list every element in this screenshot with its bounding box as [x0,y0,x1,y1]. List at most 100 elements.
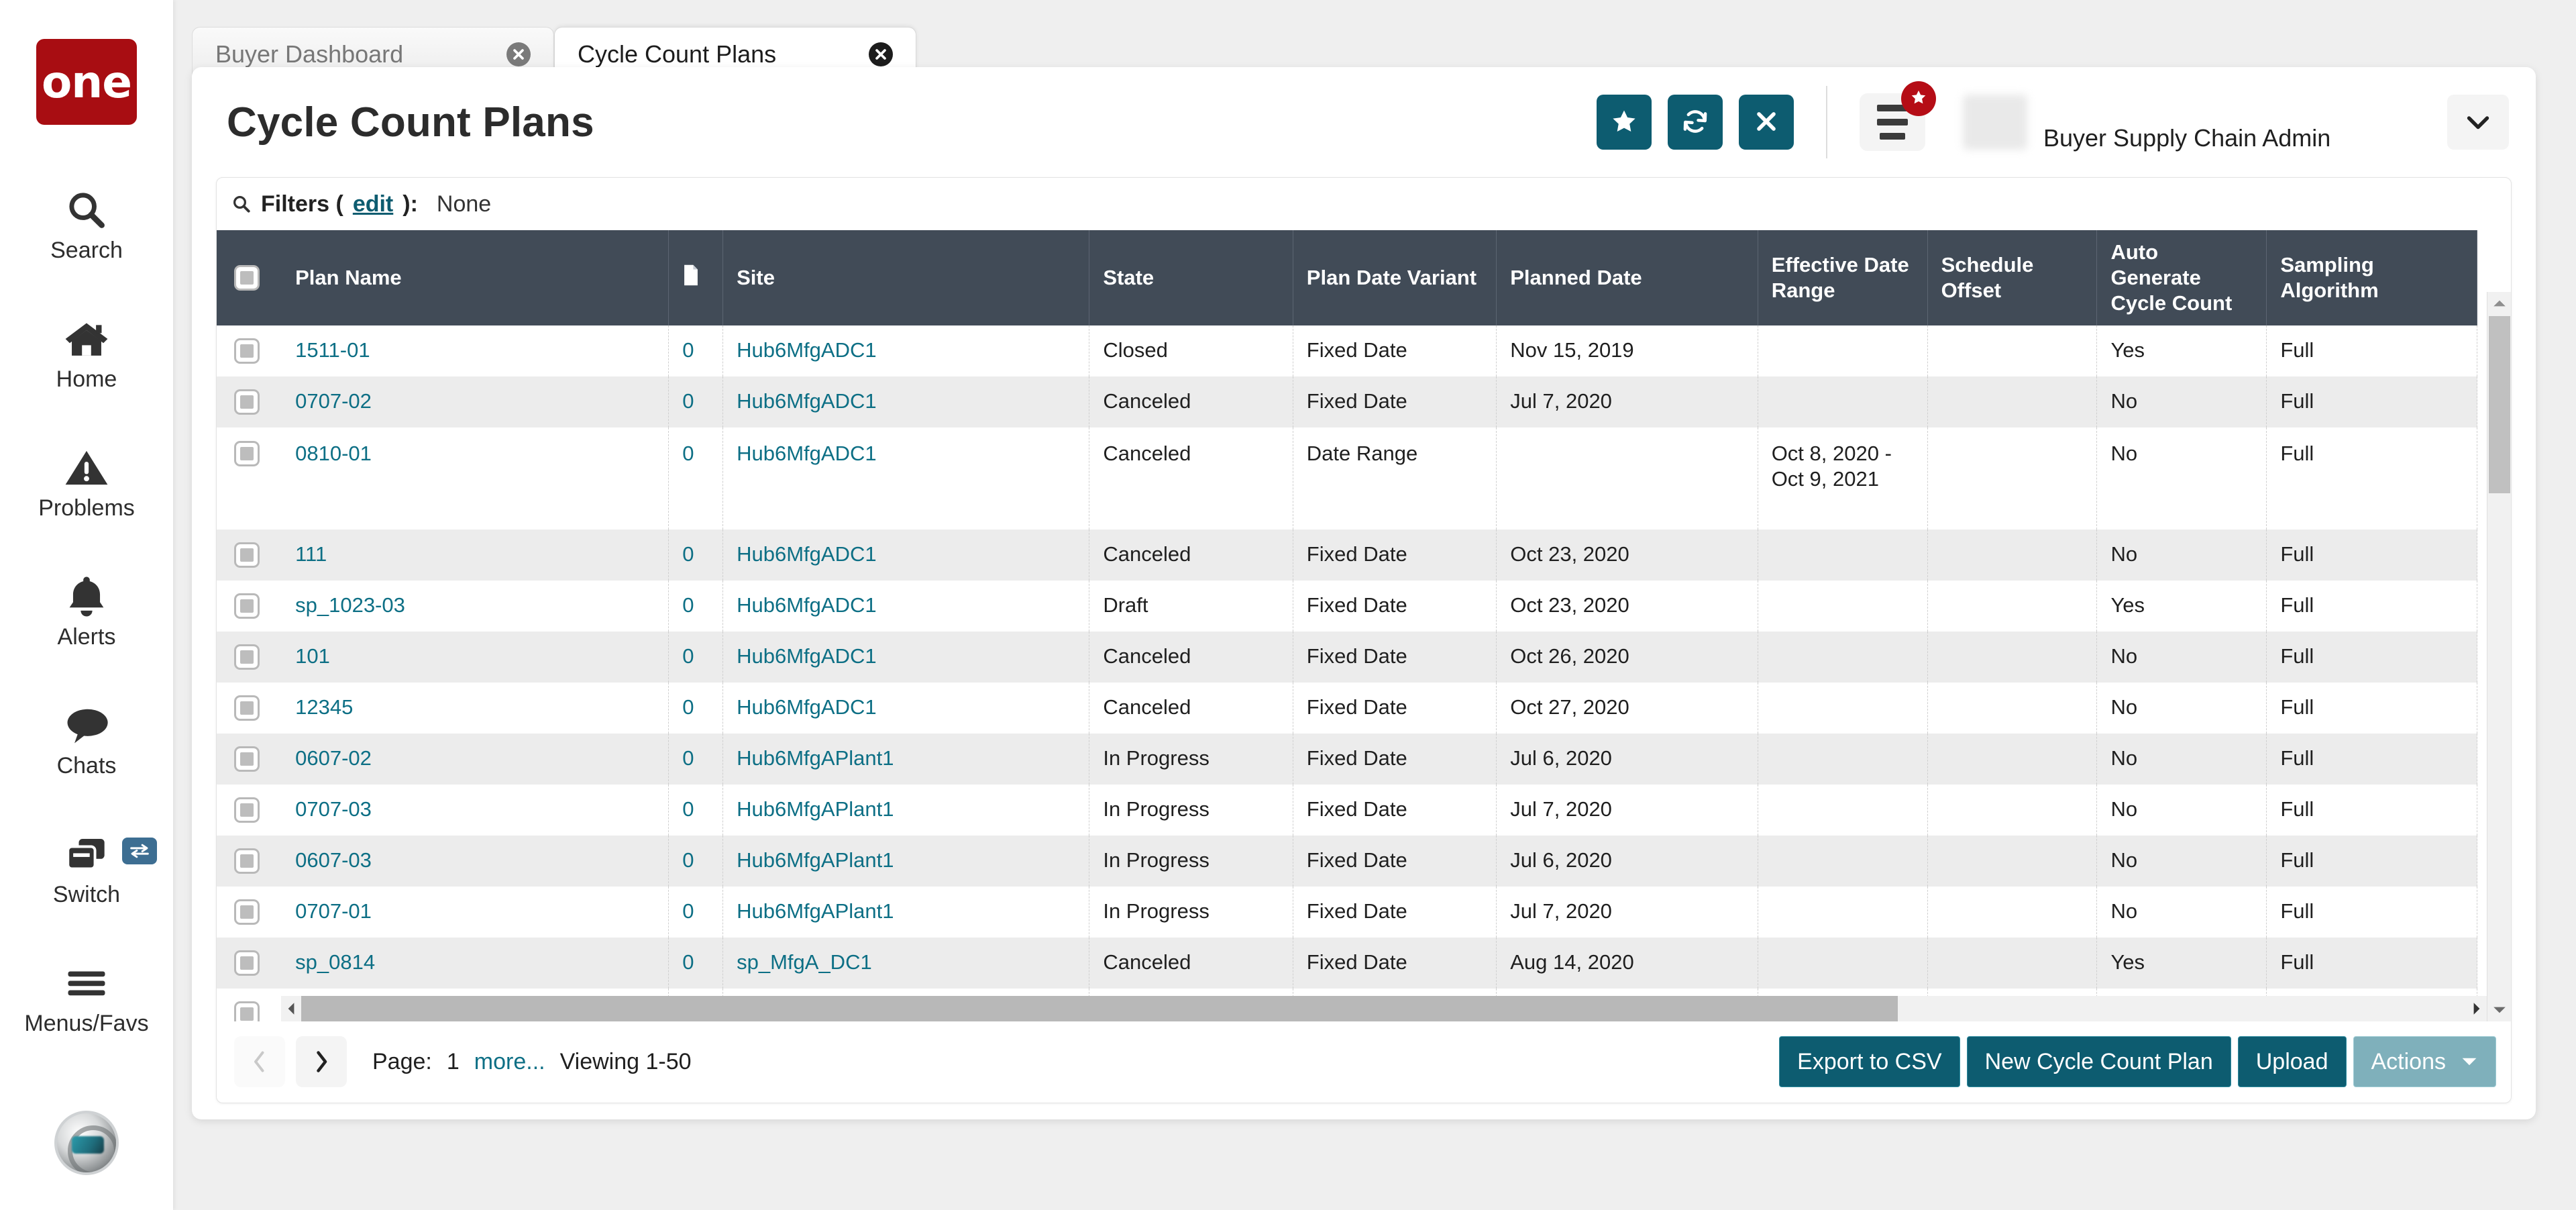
close-icon[interactable] [506,42,531,66]
vertical-scroll-thumb[interactable] [2489,316,2510,493]
new-cycle-count-plan-button[interactable]: New Cycle Count Plan [1967,1036,2231,1087]
cell-site[interactable]: Hub6MfgAPlant1 [723,887,1089,938]
doc-count-link[interactable]: 0 [682,797,694,821]
row-checkbox[interactable] [234,950,260,976]
plan-name-link[interactable]: sp_1023-03 [295,593,405,617]
plan-name-link[interactable]: 0707-03 [295,797,372,821]
site-link[interactable]: Hub6MfgADC1 [737,442,876,465]
site-link[interactable]: Hub6MfgADC1 [737,389,876,413]
doc-count-link[interactable]: 0 [682,950,694,974]
col-plan-name[interactable]: Plan Name [282,230,669,325]
upload-button[interactable]: Upload [2238,1036,2347,1087]
col-document-icon[interactable] [669,230,723,325]
cell-document-count[interactable]: 0 [669,683,723,734]
cell-document-count[interactable]: 0 [669,734,723,785]
table-row[interactable]: 123450Hub6MfgADC1CanceledFixed DateOct 2… [217,683,2477,734]
cell-document-count[interactable]: 0 [669,887,723,938]
site-link[interactable]: sp_MfgA_DC1 [737,950,872,974]
row-checkbox[interactable] [234,542,260,568]
table-row[interactable]: 0707-030Hub6MfgAPlant1In ProgressFixed D… [217,785,2477,836]
table-row[interactable]: 1010Hub6MfgADC1CanceledFixed DateOct 26,… [217,632,2477,683]
col-state[interactable]: State [1089,230,1293,325]
cell-site[interactable]: Hub6MfgAPlant1 [723,734,1089,785]
doc-count-link[interactable]: 0 [682,644,694,668]
row-checkbox[interactable] [234,695,260,721]
doc-count-link[interactable]: 0 [682,899,694,923]
table-row[interactable]: sp_1023-030Hub6MfgADC1DraftFixed DateOct… [217,581,2477,632]
col-site[interactable]: Site [723,230,1089,325]
cell-document-count[interactable]: 0 [669,836,723,887]
plan-name-link[interactable]: 111 [295,542,327,566]
table-row[interactable]: 0707-020Hub6MfgADC1CanceledFixed DateJul… [217,376,2477,427]
chevron-down-icon[interactable] [2447,95,2509,150]
cell-site[interactable]: Hub6MfgADC1 [723,683,1089,734]
cell-plan-name[interactable]: 0707-01 [282,887,669,938]
horizontal-scrollbar[interactable] [281,996,2487,1021]
refresh-button[interactable] [1668,95,1723,150]
cell-plan-name[interactable]: 0810-01 [282,427,669,530]
plan-name-link[interactable]: 0607-02 [295,746,372,770]
cell-site[interactable]: Hub6MfgAPlant1 [723,836,1089,887]
site-link[interactable]: Hub6MfgADC1 [737,695,876,719]
more-pages-link[interactable]: more... [474,1049,545,1075]
cell-site[interactable]: sp_MfgA_DC1 [723,938,1089,989]
site-link[interactable]: Hub6MfgADC1 [737,542,876,566]
col-auto-generate-cycle-count[interactable]: Auto Generate Cycle Count [2097,230,2267,325]
horizontal-scroll-thumb[interactable] [301,996,1898,1021]
site-link[interactable]: Hub6MfgAPlant1 [737,848,894,872]
export-to-csv-button[interactable]: Export to CSV [1779,1036,1960,1087]
col-plan-date-variant[interactable]: Plan Date Variant [1293,230,1496,325]
cell-document-count[interactable]: 0 [669,427,723,530]
table-row[interactable]: 1110Hub6MfgADC1CanceledFixed DateOct 23,… [217,530,2477,581]
row-checkbox[interactable] [234,441,260,466]
one-logo[interactable]: one [36,39,137,125]
cell-document-count[interactable]: 0 [669,581,723,632]
cell-plan-name[interactable]: 111 [282,530,669,581]
doc-count-link[interactable]: 0 [682,389,694,413]
cell-document-count[interactable]: 0 [669,325,723,376]
doc-count-link[interactable]: 0 [682,338,694,362]
switch-toggle-badge[interactable] [122,838,157,864]
plan-name-link[interactable]: 0707-02 [295,389,372,413]
table-row[interactable]: 0607-020Hub6MfgAPlant1In ProgressFixed D… [217,734,2477,785]
plan-name-link[interactable]: sp_0814 [295,950,375,974]
cell-plan-name[interactable]: 0607-03 [282,836,669,887]
cell-document-count[interactable]: 0 [669,632,723,683]
row-checkbox[interactable] [234,1001,260,1021]
favorite-button[interactable] [1597,95,1652,150]
row-checkbox[interactable] [234,746,260,772]
cell-site[interactable]: Hub6MfgADC1 [723,427,1089,530]
plan-name-link[interactable]: 0607-03 [295,848,372,872]
user-avatar-rail[interactable] [54,1111,119,1175]
site-link[interactable]: Hub6MfgAPlant1 [737,746,894,770]
scroll-up-arrow-icon[interactable] [2487,292,2511,315]
sidebar-item-alerts[interactable]: Alerts [0,546,173,675]
cell-site[interactable]: Hub6MfgAPlant1 [723,785,1089,836]
cell-site[interactable]: Hub6MfgADC1 [723,530,1089,581]
col-planned-date[interactable]: Planned Date [1497,230,1758,325]
user-profile-block[interactable]: Buyer Supply Chain Admin [1963,92,2509,152]
sidebar-item-problems[interactable]: Problems [0,417,173,546]
cell-site[interactable]: Hub6MfgADC1 [723,325,1089,376]
close-button[interactable] [1739,95,1794,150]
doc-count-link[interactable]: 0 [682,593,694,617]
select-all-checkbox[interactable] [234,265,260,291]
cell-document-count[interactable]: 0 [669,530,723,581]
sidebar-item-home[interactable]: Home [0,289,173,417]
plan-name-link[interactable]: 0707-01 [295,899,372,923]
vertical-scrollbar[interactable] [2487,292,2511,1021]
cell-site[interactable]: Hub6MfgADC1 [723,376,1089,427]
horizontal-scroll-track[interactable] [301,996,2467,1021]
doc-count-link[interactable]: 0 [682,746,694,770]
previous-page-button[interactable] [234,1036,285,1087]
col-schedule-offset[interactable]: Schedule Offset [1927,230,2097,325]
row-checkbox[interactable] [234,338,260,364]
cell-document-count[interactable]: 0 [669,785,723,836]
next-page-button[interactable] [296,1036,347,1087]
plan-name-link[interactable]: 1511-01 [295,338,370,362]
site-link[interactable]: Hub6MfgADC1 [737,644,876,668]
filters-edit-link[interactable]: edit [353,191,393,217]
cell-site[interactable]: Hub6MfgADC1 [723,581,1089,632]
cell-plan-name[interactable]: 12345 [282,683,669,734]
sidebar-item-switch[interactable]: Switch [0,804,173,933]
